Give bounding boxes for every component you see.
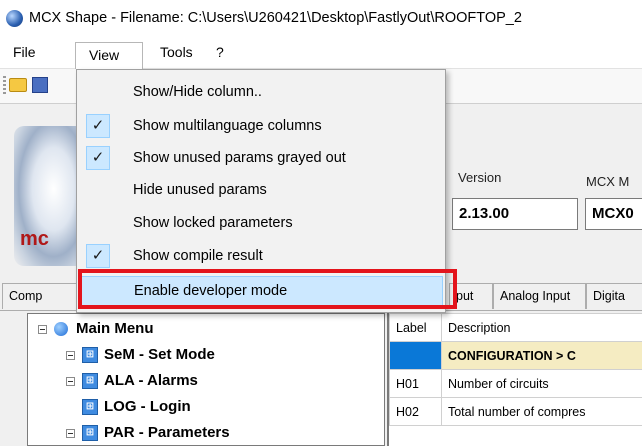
tree-root-label: Main Menu [76, 320, 154, 337]
root-globe-icon [54, 322, 68, 336]
menu-item-show-locked-parameters[interactable]: Show locked parameters [79, 209, 443, 239]
table-row[interactable]: H02 Total number of compres [389, 397, 642, 426]
menu-node-icon: ⊞ [82, 373, 98, 389]
menu-item-label: Show locked parameters [133, 215, 293, 231]
tree-node-label: ALA - Alarms [104, 372, 198, 389]
column-header-label[interactable]: Label [389, 313, 442, 342]
grid-header-row: Label Description [389, 313, 642, 342]
tab-analog-input[interactable]: Analog Input [493, 283, 586, 309]
tab-digital[interactable]: Digita [586, 283, 642, 309]
version-label: Version [458, 170, 502, 185]
menu-item-label: Show unused params grayed out [133, 150, 346, 166]
app-globe-icon [6, 10, 23, 27]
window-title: MCX Shape - Filename: C:\Users\U260421\D… [29, 10, 522, 26]
version-value: 2.13.00 [459, 205, 510, 222]
grid-cell-description[interactable]: Total number of compres [440, 397, 642, 426]
menu-item-show-hide-column[interactable]: Show/Hide column.. [79, 78, 443, 108]
tree-root[interactable]: Main Menu [28, 318, 384, 342]
menu-item-show-unused-grayed[interactable]: ✓ Show unused params grayed out [79, 144, 443, 174]
toolbar-grip-icon[interactable] [3, 76, 6, 96]
menu-item-show-compile-result[interactable]: ✓ Show compile result [79, 242, 443, 272]
table-row[interactable]: CONFIGURATION > C [389, 341, 642, 370]
expand-icon[interactable] [66, 377, 75, 386]
menu-view-label: View [89, 47, 120, 63]
tree-node-label: SeM - Set Mode [104, 346, 215, 363]
tab-comp[interactable]: Comp [2, 283, 82, 309]
menu-node-icon: ⊞ [82, 399, 98, 415]
expand-icon[interactable] [66, 351, 75, 360]
menu-help[interactable]: ? [216, 44, 224, 60]
menu-file[interactable]: File [13, 44, 36, 60]
collapse-icon[interactable] [38, 325, 47, 334]
expand-icon[interactable] [66, 429, 75, 438]
menu-view[interactable]: View [75, 42, 143, 70]
menu-item-label: Show compile result [133, 248, 263, 264]
menu-node-icon: ⊞ [82, 347, 98, 363]
mcx-model-value: MCX0 [592, 205, 634, 222]
highlight-annotation-box [78, 269, 457, 309]
menu-item-label: Show multilanguage columns [133, 118, 322, 134]
open-folder-icon[interactable] [9, 78, 27, 92]
column-header-description[interactable]: Description [440, 313, 642, 342]
menu-item-label: Hide unused params [133, 182, 267, 198]
checkmark-icon: ✓ [86, 244, 110, 268]
tree-node-ala[interactable]: ⊞ ALA - Alarms [28, 370, 384, 394]
checkmark-icon: ✓ [86, 146, 110, 170]
grid-cell-description[interactable]: CONFIGURATION > C [440, 341, 642, 370]
menu-item-label: Show/Hide column.. [133, 84, 262, 100]
version-field: 2.13.00 [452, 198, 578, 230]
table-row[interactable]: H01 Number of circuits [389, 369, 642, 398]
mcx-model-field: MCX0 [585, 198, 642, 230]
menu-tools[interactable]: Tools [160, 44, 193, 60]
menu-tree: Main Menu ⊞ SeM - Set Mode ⊞ ALA - Alarm… [27, 313, 385, 446]
grid-cell-label[interactable] [389, 341, 442, 370]
logo-text: mc [20, 228, 49, 250]
tree-node-sem[interactable]: ⊞ SeM - Set Mode [28, 344, 384, 368]
checkmark-icon: ✓ [86, 114, 110, 138]
tree-node-label: LOG - Login [104, 398, 191, 415]
tree-node-label: PAR - Parameters [104, 424, 230, 441]
parameter-grid: Label Description CONFIGURATION > C H01 … [387, 313, 642, 446]
grid-cell-description[interactable]: Number of circuits [440, 369, 642, 398]
mcx-model-label: MCX M [586, 174, 630, 189]
tab-analog-input-label: Analog Input [500, 289, 571, 303]
menu-item-show-multilanguage-columns[interactable]: ✓ Show multilanguage columns [79, 112, 443, 142]
tree-node-par[interactable]: ⊞ PAR - Parameters [28, 422, 384, 445]
grid-cell-label[interactable]: H02 [389, 397, 442, 426]
title-bar: MCX Shape - Filename: C:\Users\U260421\D… [0, 0, 642, 38]
tab-input-label: put [456, 289, 474, 303]
tab-comp-label: Comp [9, 289, 43, 303]
tab-digital-label: Digita [593, 289, 625, 303]
menu-node-icon: ⊞ [82, 425, 98, 441]
save-icon[interactable] [32, 77, 48, 93]
grid-cell-label[interactable]: H01 [389, 369, 442, 398]
menu-item-hide-unused-params[interactable]: Hide unused params [79, 176, 443, 206]
tree-node-log[interactable]: ⊞ LOG - Login [28, 396, 384, 420]
